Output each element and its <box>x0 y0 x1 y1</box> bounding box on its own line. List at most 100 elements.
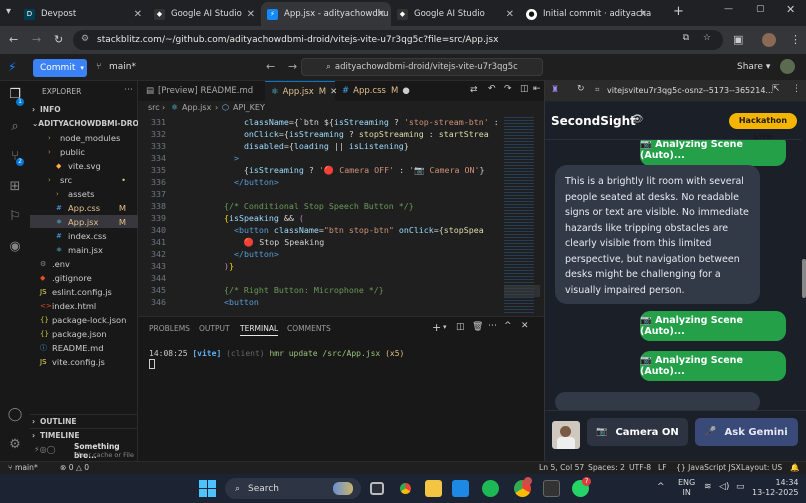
close-tab-icon[interactable]: ✕ <box>247 9 255 20</box>
status-layout[interactable]: Layout: US <box>741 463 782 472</box>
tab-terminal[interactable]: TERMINAL <box>240 324 279 336</box>
file-main-jsx[interactable]: ⚛ main.jsx <box>30 243 138 256</box>
url-field[interactable]: ⚙ stackblitz.com/~/github.com/adityachow… <box>73 30 723 50</box>
profile-avatar[interactable] <box>762 33 776 47</box>
minimize-icon[interactable]: — <box>724 4 733 14</box>
command-search[interactable]: ⌕ adityachowdbmi-droid/vitejs-vite-u7r3qg… <box>301 58 543 76</box>
tab-search-icon[interactable]: ▾ <box>6 6 11 17</box>
crumb-symbol[interactable]: API_KEY <box>233 103 265 112</box>
spotify-icon[interactable] <box>482 480 499 497</box>
more-icon[interactable]: ⋯ <box>488 321 497 331</box>
taskbar-search[interactable]: ⌕ Search <box>225 478 361 499</box>
status-problems[interactable]: ⊗ 0 △ 0 <box>60 463 89 472</box>
file-readme-md[interactable]: ⓘ README.md <box>30 341 138 354</box>
file-node-modules[interactable]: › node_modules <box>30 131 138 144</box>
reload-icon[interactable]: ↻ <box>54 33 63 46</box>
terminal-dropdown-icon[interactable]: ▾ <box>443 323 447 331</box>
toggle-preview-icon[interactable]: ⇤ <box>533 84 541 94</box>
close-panel-icon[interactable]: ✕ <box>521 321 529 331</box>
tab-comments[interactable]: COMMENTS <box>287 324 331 333</box>
timeline-section[interactable]: › TIMELINE <box>30 428 138 441</box>
file-eslint-config-js[interactable]: JS eslint.config.js <box>30 285 138 298</box>
close-tab-icon[interactable]: ✕ <box>134 9 142 20</box>
info-section[interactable]: › INFO <box>30 103 138 116</box>
file-app-jsx[interactable]: ⚛ App.jsx M <box>30 215 138 228</box>
file-package-lock-json[interactable]: {} package-lock.json <box>30 313 138 326</box>
extensions-icon[interactable]: ▣ <box>733 33 743 46</box>
back-icon[interactable]: ← <box>9 33 18 46</box>
install-icon[interactable]: ⧉ <box>683 33 689 43</box>
crumb-src[interactable]: src <box>148 103 160 112</box>
battery-icon[interactable]: ▭ <box>736 482 745 492</box>
preview-more-icon[interactable]: ⋮ <box>792 84 801 94</box>
code-editor[interactable]: 331 className={`btn ${isStreaming ? 'sto… <box>138 115 544 315</box>
bell-icon[interactable]: 🔔 <box>790 463 799 472</box>
file-app-css[interactable]: # App.css M <box>30 201 138 214</box>
file-src[interactable]: › src • <box>30 173 138 186</box>
status-eol[interactable]: LF <box>658 463 667 472</box>
terminal-output[interactable]: 14:08:25 [vite] (client) hmr update /src… <box>149 349 404 358</box>
branch-label[interactable]: main* <box>109 62 136 72</box>
close-tab-icon[interactable]: ✕ <box>506 9 514 20</box>
bookmark-star-icon[interactable]: ☆ <box>703 33 711 43</box>
nav-back-icon[interactable]: ← <box>266 60 275 73</box>
file-vite-svg[interactable]: ◆ vite.svg <box>30 159 138 172</box>
settings-gear-icon[interactable]: ⚙ <box>7 437 23 453</box>
camera-on-button[interactable]: 📷 Camera ON <box>587 418 688 446</box>
search-icon[interactable]: ⌕ <box>7 119 23 135</box>
bolt-logo-icon[interactable]: ⚡ <box>8 60 16 74</box>
preview-url[interactable]: vitejsviteu7r3qg5c-osnz--5173--365214... <box>607 86 773 95</box>
go-back-icon[interactable]: ↶ <box>488 84 496 94</box>
nav-forward-icon[interactable]: → <box>288 60 297 73</box>
new-terminal-icon[interactable]: + <box>432 321 441 334</box>
tray-chevron-icon[interactable]: ^ <box>657 482 665 492</box>
browser-tab[interactable]: ◆ Google AI Studio ✕ <box>391 2 520 26</box>
go-forward-icon[interactable]: ↷ <box>504 84 512 94</box>
task-view-icon[interactable] <box>370 482 384 495</box>
chrome-icon[interactable] <box>397 480 414 497</box>
split-editor-icon[interactable]: ◫ <box>520 84 529 94</box>
close-tab-icon[interactable]: ✕ <box>639 9 647 20</box>
forward-icon[interactable]: → <box>32 33 41 46</box>
open-new-icon[interactable]: ⇱ <box>772 84 780 94</box>
tab-problems[interactable]: PROBLEMS <box>149 324 190 333</box>
browser-tab[interactable]: ● Initial commit · adityacha ✕ <box>520 2 653 26</box>
app-icon-1[interactable] <box>452 480 469 497</box>
file-index-css[interactable]: # index.css <box>30 229 138 242</box>
lang-indicator[interactable]: ENG IN <box>678 478 695 498</box>
volume-icon[interactable]: ◁) <box>719 482 729 492</box>
status-position[interactable]: Ln 5, Col 57 <box>539 463 584 472</box>
share-button[interactable]: Share ▾ <box>737 62 770 72</box>
chat-scrollbar[interactable] <box>801 140 806 410</box>
close-tab-icon[interactable]: ✕ <box>377 9 385 20</box>
file--env[interactable]: ⚙ .env <box>30 257 138 270</box>
maximize-panel-icon[interactable]: ^ <box>504 321 512 331</box>
ask-gemini-button[interactable]: 🎤 Ask Gemini <box>695 418 798 446</box>
refresh-icon[interactable]: ↻ <box>577 84 585 94</box>
close-window-icon[interactable]: ✕ <box>786 3 795 16</box>
clock[interactable]: 14:34 13-12-2025 <box>752 478 799 498</box>
user-avatar[interactable] <box>780 59 795 74</box>
start-icon[interactable] <box>199 480 216 497</box>
status-language[interactable]: {} JavaScript JSX <box>676 463 741 472</box>
extensions-icon[interactable]: ⊞ <box>7 179 23 195</box>
status-spaces[interactable]: Spaces: 2 <box>588 463 625 472</box>
new-tab-icon[interactable]: + <box>673 4 684 19</box>
run-debug-icon[interactable]: ⚐ <box>7 209 23 225</box>
terminal-icon[interactable] <box>543 480 560 497</box>
github-icon[interactable]: ◉ <box>7 239 23 255</box>
account-icon[interactable]: ◯ <box>7 407 23 423</box>
project-root[interactable]: ⌄ ADITYACHOWDBMI-DROI... <box>30 117 150 130</box>
file-vite-config-js[interactable]: JS vite.config.js <box>30 355 138 368</box>
commit-button[interactable]: Commit ▾ <box>33 59 87 77</box>
status-encoding[interactable]: UTF-8 <box>629 463 651 472</box>
status-branch[interactable]: ⑂ main* <box>8 463 38 472</box>
file--gitignore[interactable]: ◆ .gitignore <box>30 271 138 284</box>
crumb-file[interactable]: App.jsx <box>182 103 211 112</box>
file-public[interactable]: › public <box>30 145 138 158</box>
browser-tab[interactable]: D Devpost ✕ <box>18 2 148 26</box>
unsaved-dot-icon[interactable]: ● <box>402 86 409 96</box>
file-explorer-icon[interactable] <box>425 480 442 497</box>
file-index-html[interactable]: <> index.html <box>30 299 138 312</box>
wifi-icon[interactable]: ≋ <box>704 482 712 492</box>
